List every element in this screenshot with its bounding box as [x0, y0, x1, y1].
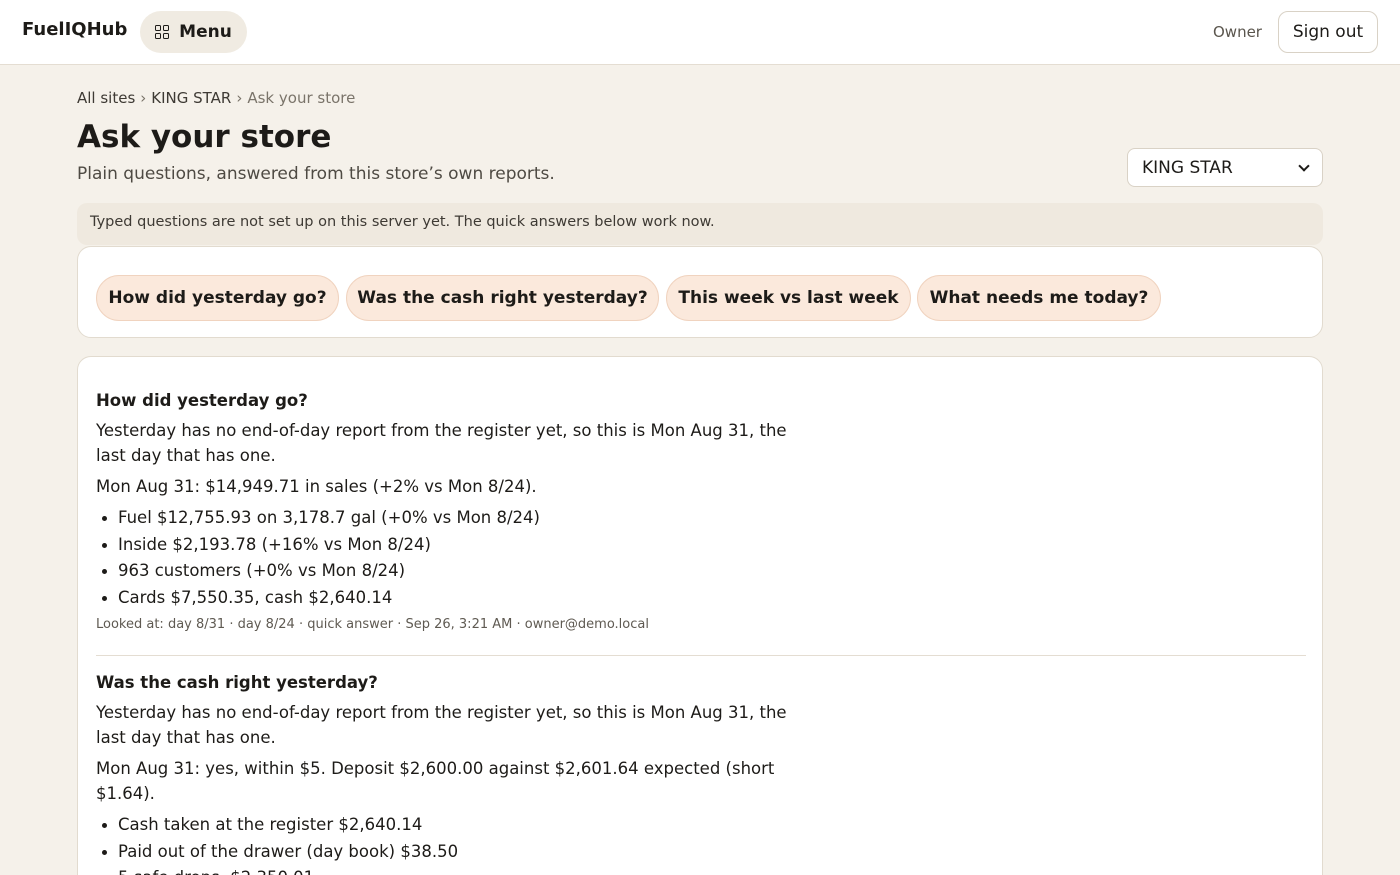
brand-logo[interactable]: FuelIQHub: [22, 19, 127, 40]
menu-button[interactable]: Menu: [140, 11, 247, 53]
divider: [96, 655, 1306, 656]
breadcrumb-current: Ask your store: [247, 89, 356, 107]
list-item: Fuel $12,755.93 on 3,178.7 gal (+0% vs M…: [96, 505, 816, 532]
breadcrumb-site[interactable]: KING STAR: [151, 89, 231, 107]
site-select[interactable]: KING STAR: [1127, 148, 1323, 187]
list-item: 5 safe drops, $2,350.01: [96, 865, 816, 875]
breadcrumb-separator: ›: [140, 89, 147, 107]
page-title: Ask your store: [77, 119, 332, 155]
menu-button-label: Menu: [179, 22, 232, 42]
answer-bullets: Cash taken at the register $2,640.14 Pai…: [96, 812, 816, 875]
sign-out-button[interactable]: Sign out: [1278, 11, 1378, 53]
answers-card: How did yesterday go? Yesterday has no e…: [77, 356, 1323, 875]
answer-paragraph: Mon Aug 31: yes, within $5. Deposit $2,6…: [96, 759, 775, 803]
breadcrumb-all-sites[interactable]: All sites: [77, 89, 135, 107]
grid-icon: [155, 25, 170, 39]
notice-banner: Typed questions are not set up on this s…: [77, 203, 1323, 245]
breadcrumb: All sites › KING STAR › Ask your store: [77, 89, 355, 107]
answer-cash: Was the cash right yesterday? Yesterday …: [96, 673, 816, 875]
quick-question-yesterday[interactable]: How did yesterday go?: [96, 275, 339, 321]
list-item: Paid out of the drawer (day book) $38.50: [96, 839, 816, 866]
answer-paragraph: Mon Aug 31: $14,949.71 in sales (+2% vs …: [96, 477, 537, 496]
top-bar: FuelIQHub Menu Owner Sign out: [0, 0, 1400, 65]
quick-question-cash[interactable]: Was the cash right yesterday?: [346, 275, 659, 321]
answer-meta: Looked at: day 8/31 · day 8/24 · quick a…: [96, 617, 649, 632]
list-item: Cards $7,550.35, cash $2,640.14: [96, 585, 816, 612]
quick-question-today[interactable]: What needs me today?: [917, 275, 1161, 321]
answer-bullets: Fuel $12,755.93 on 3,178.7 gal (+0% vs M…: [96, 505, 816, 611]
list-item: Inside $2,193.78 (+16% vs Mon 8/24): [96, 532, 816, 559]
breadcrumb-separator: ›: [236, 89, 243, 107]
answer-question: Was the cash right yesterday?: [96, 673, 378, 692]
quick-questions-card: How did yesterday go? Was the cash right…: [77, 246, 1323, 338]
answer-question: How did yesterday go?: [96, 391, 308, 410]
answer-yesterday: How did yesterday go? Yesterday has no e…: [96, 391, 816, 632]
answer-paragraph: Yesterday has no end-of-day report from …: [96, 703, 787, 747]
quick-question-week[interactable]: This week vs last week: [666, 275, 911, 321]
answer-paragraph: Yesterday has no end-of-day report from …: [96, 421, 787, 465]
chevron-down-icon: [1298, 159, 1310, 172]
site-select-value: KING STAR: [1142, 157, 1233, 178]
list-item: Cash taken at the register $2,640.14: [96, 812, 816, 839]
user-role: Owner: [1213, 23, 1262, 41]
list-item: 963 customers (+0% vs Mon 8/24): [96, 558, 816, 585]
page-subtitle: Plain questions, answered from this stor…: [77, 164, 555, 184]
